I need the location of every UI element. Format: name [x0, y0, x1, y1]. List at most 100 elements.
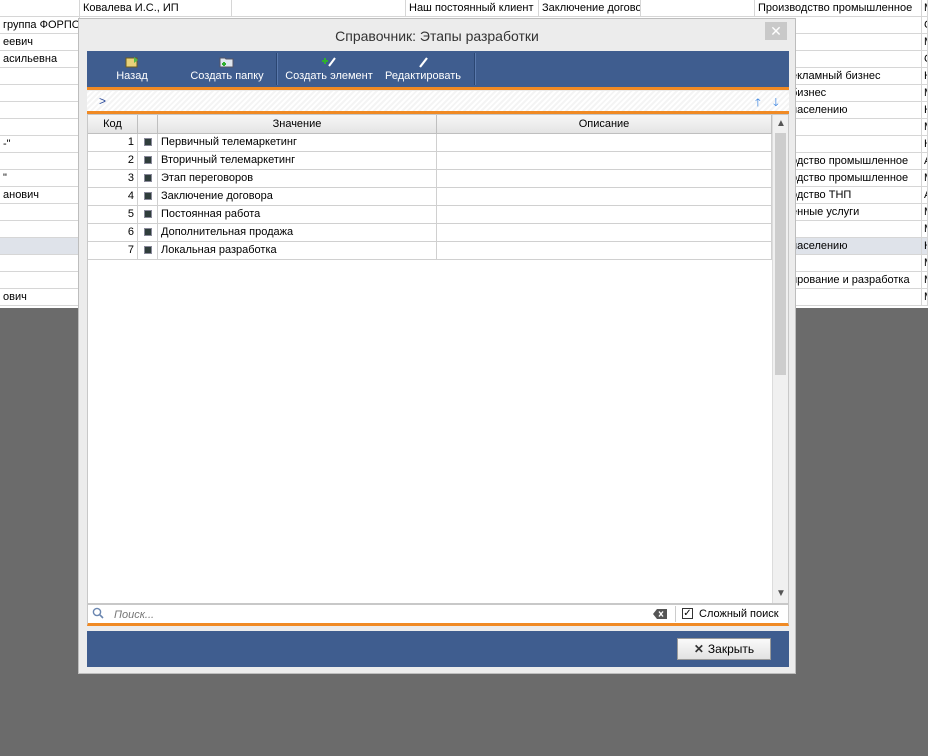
move-down-icon[interactable]: 🡓	[773, 94, 779, 113]
background-cell: Н	[922, 68, 928, 85]
vertical-scrollbar[interactable]: ▲ ▼	[772, 115, 788, 603]
background-cell: населению	[788, 102, 922, 119]
element-square-icon	[144, 228, 152, 236]
background-cell: М	[922, 119, 928, 136]
create-element-button[interactable]: Создать элемент	[283, 51, 375, 87]
folder-add-icon	[219, 57, 234, 68]
cell-icon	[138, 188, 158, 205]
background-cell: населению	[788, 238, 922, 255]
background-cell: М	[922, 170, 928, 187]
cell-code: 2	[88, 152, 138, 169]
background-cell	[788, 119, 922, 136]
element-square-icon	[144, 210, 152, 218]
cell-icon	[138, 134, 158, 151]
background-cell	[0, 272, 80, 289]
dialog-close-icon[interactable]: ✕	[765, 22, 787, 40]
background-cell: Н	[922, 102, 928, 119]
scroll-thumb[interactable]	[775, 133, 786, 375]
background-cell	[788, 17, 922, 34]
close-icon: ✕	[693, 642, 704, 656]
edit-button[interactable]: Редактировать	[381, 51, 465, 87]
table-row[interactable]: 4 Заключение договора	[88, 188, 772, 206]
background-cell: М	[922, 0, 928, 17]
background-cell: М	[922, 289, 928, 306]
cell-value: Заключение договора	[158, 188, 437, 205]
table-row[interactable]: 7 Локальная разработка	[88, 242, 772, 260]
background-cell: бизнес	[788, 85, 922, 102]
background-cell: группа ФОРПОС	[0, 17, 80, 34]
element-square-icon	[144, 156, 152, 164]
search-separator	[675, 606, 676, 622]
background-cell: -"	[0, 136, 80, 153]
background-cell	[0, 221, 80, 238]
background-cell: енные услуги	[788, 204, 922, 221]
column-header-value[interactable]: Значение	[158, 115, 437, 133]
background-row: Ковалева И.С., ИП Наш постоянный клиент За…	[0, 0, 928, 17]
background-cell: Производство промышленное	[755, 0, 922, 17]
cell-value: Постоянная работа	[158, 206, 437, 223]
cell-icon	[138, 224, 158, 241]
background-cell	[788, 255, 922, 272]
table-row[interactable]: 3 Этап переговоров	[88, 170, 772, 188]
close-button-label: Закрыть	[707, 642, 755, 656]
pencil-icon	[419, 57, 428, 68]
back-button[interactable]: Назад	[99, 51, 165, 87]
scroll-up-icon[interactable]: ▲	[773, 117, 789, 131]
background-cell: А	[922, 153, 928, 170]
background-cell: Ковалева И.С., ИП	[80, 0, 232, 17]
cell-icon	[138, 206, 158, 223]
cell-code: 7	[88, 242, 138, 259]
background-cell	[0, 204, 80, 221]
background-cell	[0, 153, 80, 170]
column-header-code[interactable]: Код	[88, 115, 138, 133]
search-input[interactable]	[112, 607, 656, 623]
scroll-down-icon[interactable]: ▼	[773, 587, 789, 601]
cell-code: 4	[88, 188, 138, 205]
cell-description	[437, 206, 772, 223]
cell-description	[437, 242, 772, 259]
path-root-link[interactable]: >	[99, 94, 106, 108]
close-button[interactable]: ✕ Закрыть	[677, 638, 771, 660]
table-row[interactable]: 5 Постоянная работа	[88, 206, 772, 224]
clear-search-icon[interactable]	[653, 609, 667, 619]
complex-search-checkbox[interactable]: ✓	[682, 608, 693, 619]
toolbar-separator	[474, 53, 476, 85]
dialog-footer: ✕ Закрыть	[87, 631, 789, 667]
background-cell	[788, 34, 922, 51]
background-cell: М	[922, 204, 928, 221]
background-cell	[0, 238, 80, 255]
table-row[interactable]: 1 Первичный телемаркетинг	[88, 134, 772, 152]
cell-value: Вторичный телемаркетинг	[158, 152, 437, 169]
background-cell: Заключение догово	[539, 0, 641, 17]
background-cell: С	[922, 17, 928, 34]
cell-icon	[138, 152, 158, 169]
background-cell: екламный бизнес	[788, 68, 922, 85]
cell-value: Дополнительная продажа	[158, 224, 437, 241]
cell-description	[437, 170, 772, 187]
background-cell: одство ТНП	[788, 187, 922, 204]
background-cell: одство промышленное	[788, 153, 922, 170]
background-cell	[788, 221, 922, 238]
table-row[interactable]: 6 Дополнительная продажа	[88, 224, 772, 242]
background-cell: М	[922, 272, 928, 289]
cell-code: 3	[88, 170, 138, 187]
cell-icon	[138, 242, 158, 259]
background-cell: еевич	[0, 34, 80, 51]
column-header-description[interactable]: Описание	[437, 115, 772, 133]
background-cell: ович	[0, 289, 80, 306]
search-icon	[92, 607, 104, 619]
element-square-icon	[144, 138, 152, 146]
create-folder-button[interactable]: Создать папку	[185, 51, 269, 87]
cell-description	[437, 134, 772, 151]
complex-search-label[interactable]: Сложный поиск	[699, 608, 779, 620]
data-table: Код Значение Описание 1 Первичный телемар…	[87, 114, 789, 604]
element-square-icon	[144, 174, 152, 182]
background-cell: Наш постоянный клиент	[406, 0, 539, 17]
move-up-icon[interactable]: 🡑	[755, 94, 761, 113]
column-header-icon	[138, 115, 158, 133]
create-element-label: Создать элемент	[285, 70, 373, 82]
background-cell	[641, 0, 755, 17]
cell-value: Локальная разработка	[158, 242, 437, 259]
cell-description	[437, 152, 772, 169]
table-row[interactable]: 2 Вторичный телемаркетинг	[88, 152, 772, 170]
